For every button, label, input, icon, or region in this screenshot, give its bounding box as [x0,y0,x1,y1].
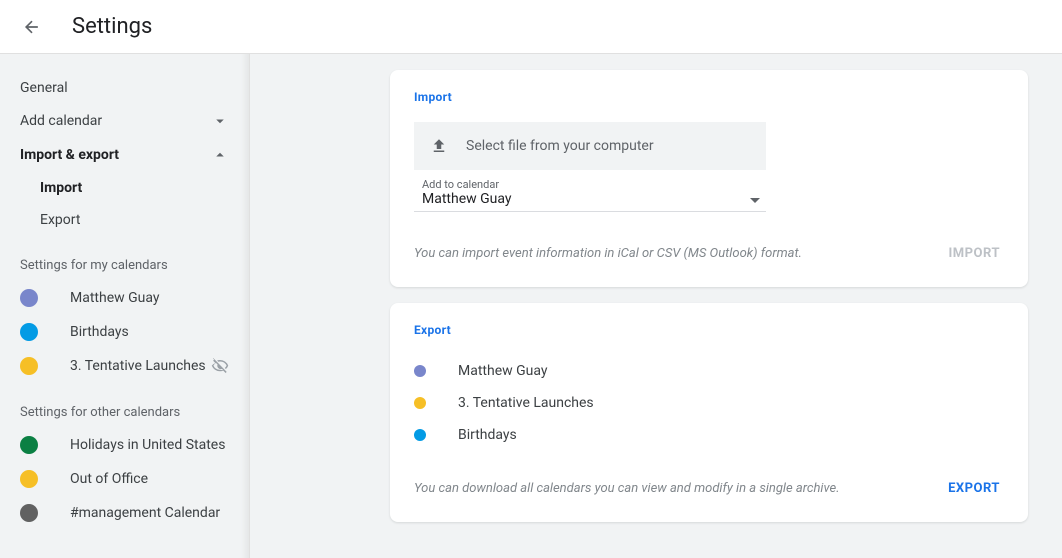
nav-import-export[interactable]: Import & export [0,138,249,172]
calendar-color-dot [414,429,426,441]
nav-label: Import [40,180,82,196]
main-content: Import Select file from your computer Ad… [250,54,1062,558]
nav-import[interactable]: Import [0,172,249,204]
calendar-label: 3. Tentative Launches [70,358,206,374]
export-button[interactable]: EXPORT [944,475,1004,502]
sidebar: General Add calendar Import & export Imp… [0,54,250,558]
calendar-color-dot [20,504,38,522]
export-calendar-row: 3. Tentative Launches [414,387,1004,419]
nav-label: Import & export [20,147,119,163]
arrow-left-icon [22,17,42,37]
card-title: Export [414,323,1004,337]
nav-add-calendar[interactable]: Add calendar [0,104,249,138]
upload-icon [430,137,448,155]
other-calendar-row[interactable]: Holidays in United States [0,428,249,462]
export-hint: You can download all calendars you can v… [414,481,840,496]
chevron-up-icon [211,146,229,164]
dropdown-arrow-icon [750,188,760,207]
calendar-color-dot [20,470,38,488]
calendar-label: Matthew Guay [458,363,548,379]
import-button[interactable]: IMPORT [944,240,1004,267]
nav-label: General [20,80,68,96]
visibility-off-icon[interactable] [211,357,229,375]
my-calendar-row[interactable]: Matthew Guay [0,281,249,315]
calendar-label: #management Calendar [70,505,220,521]
my-calendar-row[interactable]: 3. Tentative Launches [0,349,249,383]
calendar-color-dot [20,323,38,341]
nav-label: Export [40,212,80,228]
page-title: Settings [72,14,152,39]
calendar-label: Birthdays [458,427,517,443]
card-title: Import [414,90,1004,104]
import-hint: You can import event information in iCal… [414,246,802,261]
export-calendar-row: Matthew Guay [414,355,1004,387]
other-calendar-row[interactable]: Out of Office [0,462,249,496]
other-calendars-heading: Settings for other calendars [0,383,249,428]
add-to-calendar-select[interactable]: Add to calendar Matthew Guay [414,174,766,212]
export-calendar-row: Birthdays [414,419,1004,451]
import-card: Import Select file from your computer Ad… [390,70,1028,287]
select-file-button[interactable]: Select file from your computer [414,122,766,170]
calendar-color-dot [20,357,38,375]
my-calendar-row[interactable]: Birthdays [0,315,249,349]
calendar-label: Birthdays [70,324,129,340]
calendar-label: Holidays in United States [70,437,225,453]
my-calendars-heading: Settings for my calendars [0,236,249,281]
calendar-color-dot [414,365,426,377]
calendar-label: Matthew Guay [70,290,160,306]
calendar-color-dot [20,436,38,454]
select-label: Add to calendar [422,178,758,191]
calendar-color-dot [20,289,38,307]
back-button[interactable] [12,7,52,47]
nav-label: Add calendar [20,113,102,129]
chevron-down-icon [211,112,229,130]
calendar-label: Out of Office [70,471,148,487]
select-value: Matthew Guay [422,191,758,207]
nav-export[interactable]: Export [0,204,249,236]
calendar-color-dot [414,397,426,409]
calendar-label: 3. Tentative Launches [458,395,594,411]
export-card: Export Matthew Guay 3. Tentative Launche… [390,303,1028,522]
other-calendar-row[interactable]: #management Calendar [0,496,249,530]
header-bar: Settings [0,0,1062,54]
nav-general[interactable]: General [0,72,249,104]
file-button-label: Select file from your computer [466,138,654,154]
